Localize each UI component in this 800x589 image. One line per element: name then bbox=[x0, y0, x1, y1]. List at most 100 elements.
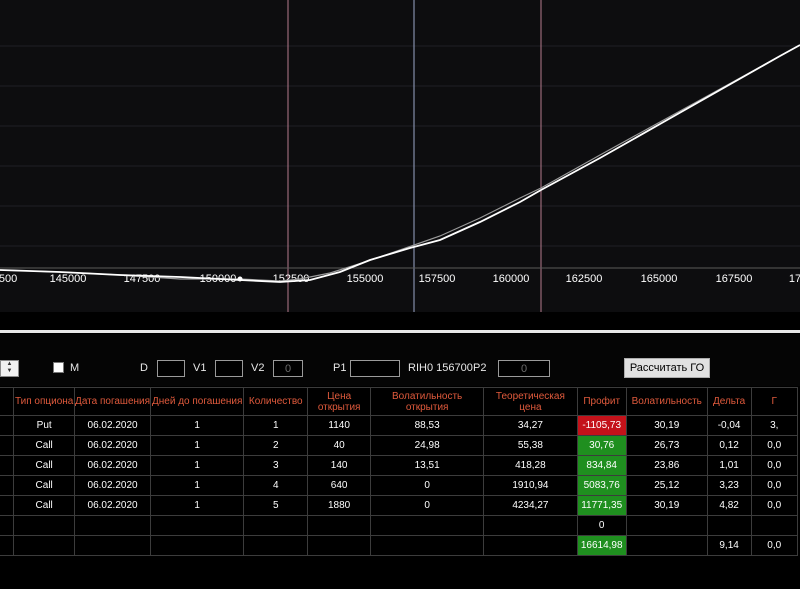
table-cell[interactable]: 1880 bbox=[307, 495, 372, 516]
column-header[interactable]: Волатильность открытия bbox=[370, 387, 485, 416]
row-header-cell[interactable] bbox=[0, 435, 15, 456]
table-cell[interactable] bbox=[483, 535, 578, 556]
table-cell[interactable]: 26,73 bbox=[625, 435, 708, 456]
table-cell[interactable] bbox=[625, 515, 708, 536]
table-cell[interactable]: 1 bbox=[243, 415, 309, 436]
table-row[interactable]: Call 06.02.2020 1 2 40 24,98 55,38 30,76 26,73 0,… bbox=[0, 435, 798, 456]
table-cell[interactable]: 0,0 bbox=[750, 435, 798, 456]
table-cell[interactable]: 3, bbox=[750, 415, 798, 436]
column-header[interactable]: Волатильность bbox=[625, 387, 708, 416]
table-cell[interactable]: 2 bbox=[243, 435, 309, 456]
table-cell[interactable]: 23,86 bbox=[625, 455, 708, 476]
v2-input[interactable]: 0 bbox=[273, 360, 303, 377]
table-cell[interactable]: 0 bbox=[370, 495, 485, 516]
column-header[interactable]: Теоретическая цена bbox=[483, 387, 578, 416]
table-cell[interactable]: 5 bbox=[243, 495, 309, 516]
table-cell[interactable] bbox=[243, 515, 309, 536]
table-cell[interactable]: 88,53 bbox=[370, 415, 485, 436]
table-cell[interactable]: 06.02.2020 bbox=[73, 475, 152, 496]
table-row[interactable]: Call 06.02.2020 1 3 140 13,51 418,28 834,84 23,8… bbox=[0, 455, 798, 476]
table-cell[interactable]: 06.02.2020 bbox=[73, 415, 152, 436]
table-cell[interactable]: 1,01 bbox=[706, 455, 752, 476]
payoff-chart[interactable]: 2500145000147500150000152500155000157500… bbox=[0, 0, 800, 312]
table-cell[interactable]: 0,0 bbox=[750, 475, 798, 496]
table-cell[interactable]: 1 bbox=[150, 435, 245, 456]
row-header-cell[interactable] bbox=[0, 475, 15, 496]
column-header[interactable]: Дней до погашения bbox=[150, 387, 245, 416]
table-row[interactable]: Call 06.02.2020 1 4 640 0 1910,94 5083,76 25,12 3… bbox=[0, 475, 798, 496]
column-header[interactable]: Количество bbox=[243, 387, 309, 416]
table-cell[interactable]: 0,0 bbox=[750, 535, 798, 556]
p2-input[interactable]: 0 bbox=[498, 360, 550, 377]
table-cell[interactable]: 40 bbox=[307, 435, 372, 456]
column-header[interactable]: Цена открытия bbox=[307, 387, 372, 416]
table-cell[interactable]: -1105,73 bbox=[576, 415, 627, 436]
table-cell[interactable]: 30,19 bbox=[625, 495, 708, 516]
table-cell[interactable]: 30,76 bbox=[576, 435, 627, 456]
table-cell[interactable]: 16614,98 bbox=[576, 535, 627, 556]
table-cell[interactable] bbox=[625, 535, 708, 556]
table-cell[interactable]: 4 bbox=[243, 475, 309, 496]
table-cell[interactable]: 1910,94 bbox=[483, 475, 578, 496]
table-cell[interactable]: 3 bbox=[243, 455, 309, 476]
table-cell[interactable]: 834,84 bbox=[576, 455, 627, 476]
table-cell[interactable]: 140 bbox=[307, 455, 372, 476]
table-cell[interactable]: 0 bbox=[370, 475, 485, 496]
splitter-handle[interactable] bbox=[0, 330, 800, 333]
v1-input[interactable] bbox=[215, 360, 243, 377]
table-cell[interactable]: 5083,76 bbox=[576, 475, 627, 496]
table-cell[interactable] bbox=[370, 515, 485, 536]
table-cell[interactable]: 06.02.2020 bbox=[73, 495, 152, 516]
spinner-down-icon[interactable]: ▼ bbox=[1, 368, 18, 375]
table-cell[interactable]: 1 bbox=[150, 475, 245, 496]
table-cell[interactable]: Call bbox=[13, 495, 75, 516]
d-input[interactable] bbox=[157, 360, 185, 377]
column-header[interactable]: Г bbox=[750, 387, 798, 416]
table-cell[interactable]: 0,12 bbox=[706, 435, 752, 456]
row-header-cell[interactable] bbox=[0, 455, 15, 476]
table-cell[interactable]: 4234,27 bbox=[483, 495, 578, 516]
table-cell[interactable]: -0,04 bbox=[706, 415, 752, 436]
table-cell[interactable]: Call bbox=[13, 455, 75, 476]
table-cell[interactable]: 9,14 bbox=[706, 535, 752, 556]
table-cell[interactable]: 13,51 bbox=[370, 455, 485, 476]
table-cell[interactable]: 640 bbox=[307, 475, 372, 496]
column-header[interactable]: Тип опциона bbox=[13, 387, 75, 416]
table-cell[interactable]: 25,12 bbox=[625, 475, 708, 496]
table-cell[interactable]: 34,27 bbox=[483, 415, 578, 436]
spinner-up-icon[interactable]: ▲ bbox=[1, 361, 18, 368]
table-row[interactable]: Call 06.02.2020 1 5 1880 0 4234,27 11771,35 30,1… bbox=[0, 495, 798, 516]
table-cell[interactable]: 11771,35 bbox=[576, 495, 627, 516]
column-header[interactable]: Дельта bbox=[706, 387, 752, 416]
table-cell[interactable]: 0 bbox=[576, 515, 627, 536]
calculate-margin-button[interactable]: Рассчитать ГО bbox=[624, 358, 710, 378]
table-row[interactable]: Put 06.02.2020 1 1 1140 88,53 34,27 -1105,73 30,… bbox=[0, 415, 798, 436]
column-header[interactable]: Профит bbox=[576, 387, 627, 416]
table-cell[interactable]: 55,38 bbox=[483, 435, 578, 456]
table-cell[interactable] bbox=[150, 515, 245, 536]
table-cell[interactable]: 4,82 bbox=[706, 495, 752, 516]
table-cell[interactable]: 0,0 bbox=[750, 455, 798, 476]
table-cell[interactable] bbox=[706, 515, 752, 536]
table-cell[interactable] bbox=[150, 535, 245, 556]
table-cell[interactable] bbox=[243, 535, 309, 556]
numeric-spinner[interactable]: ▲ ▼ bbox=[0, 360, 19, 377]
table-row[interactable]: 0 bbox=[0, 515, 798, 536]
row-header-cell[interactable] bbox=[0, 495, 15, 516]
table-cell[interactable]: 24,98 bbox=[370, 435, 485, 456]
table-cell[interactable]: 3,23 bbox=[706, 475, 752, 496]
table-cell[interactable]: 1 bbox=[150, 415, 245, 436]
table-cell[interactable]: Put bbox=[13, 415, 75, 436]
table-cell[interactable] bbox=[307, 535, 372, 556]
table-cell[interactable] bbox=[13, 535, 75, 556]
table-cell[interactable]: 1 bbox=[150, 455, 245, 476]
table-cell[interactable]: 1 bbox=[150, 495, 245, 516]
table-cell[interactable]: Call bbox=[13, 435, 75, 456]
table-cell[interactable] bbox=[750, 515, 798, 536]
table-cell[interactable] bbox=[73, 535, 152, 556]
table-cell[interactable]: Call bbox=[13, 475, 75, 496]
table-cell[interactable]: 1140 bbox=[307, 415, 372, 436]
row-header-cell[interactable] bbox=[0, 415, 15, 436]
table-cell[interactable]: 0,0 bbox=[750, 495, 798, 516]
row-header-cell[interactable] bbox=[0, 515, 15, 536]
